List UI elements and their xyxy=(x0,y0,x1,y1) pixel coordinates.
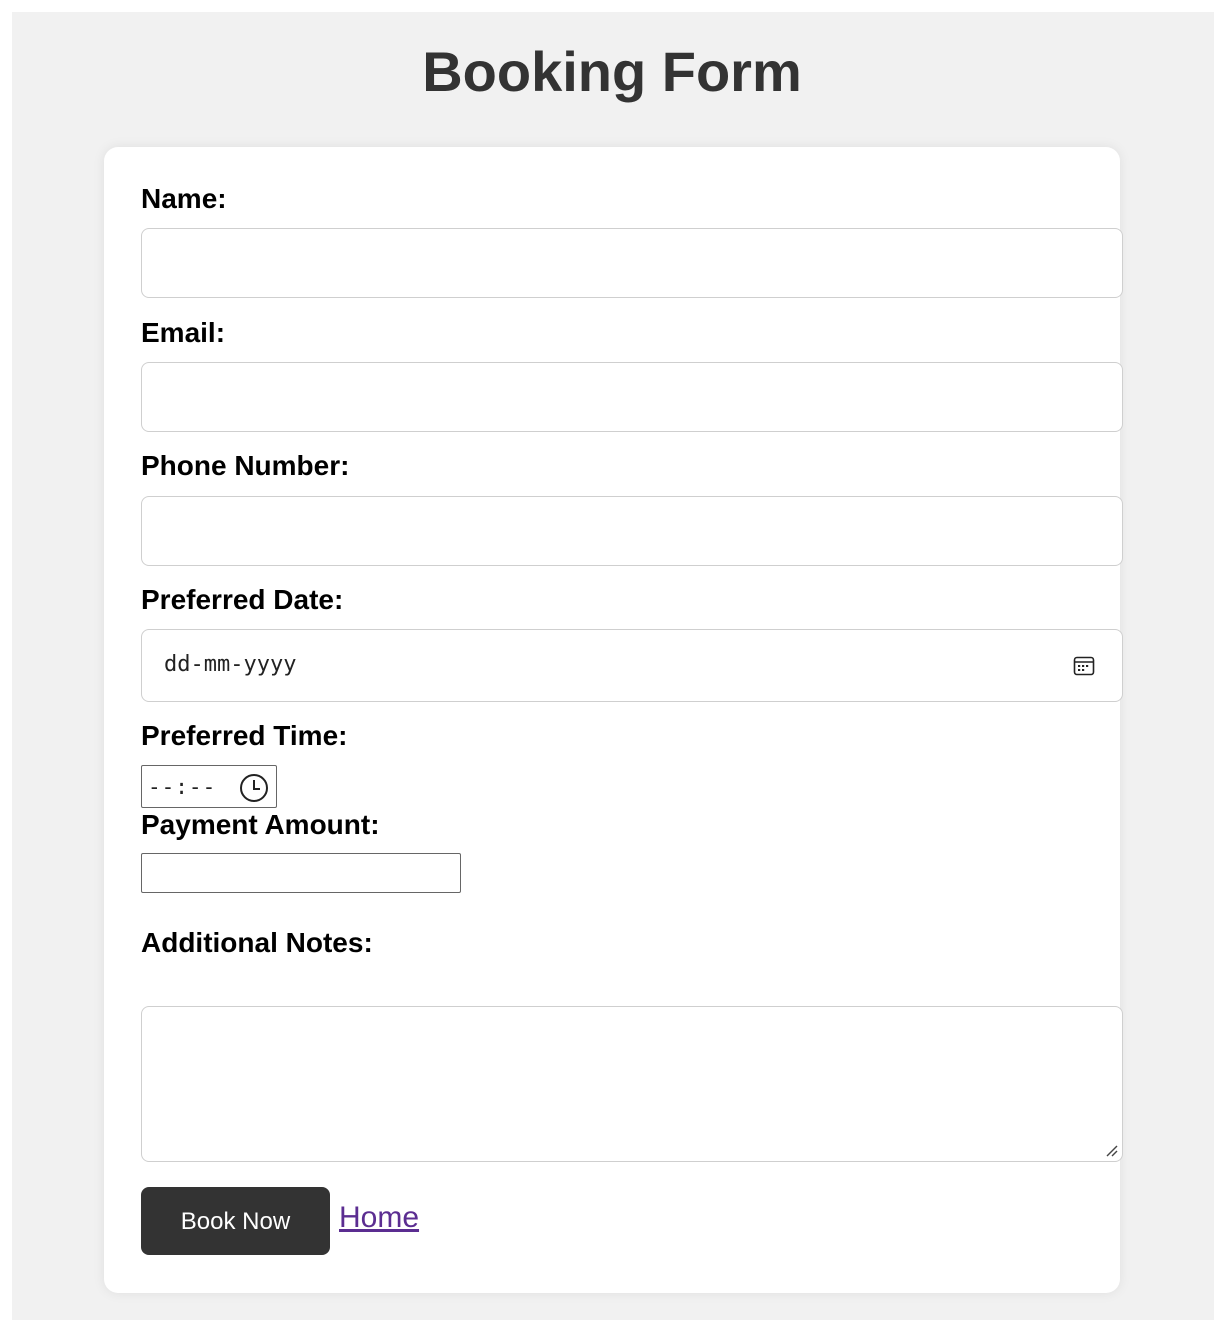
date-placeholder: dd-mm-yyyy xyxy=(164,652,297,677)
time-label: Preferred Time: xyxy=(141,720,348,751)
phone-label: Phone Number: xyxy=(141,450,350,481)
name-field[interactable] xyxy=(141,228,1123,298)
name-label: Name: xyxy=(141,183,227,214)
email-field[interactable] xyxy=(141,362,1123,432)
page-background: Booking Form Name: Email: Phone Number: … xyxy=(12,12,1214,1320)
clock-icon[interactable] xyxy=(238,772,270,804)
notes-field[interactable] xyxy=(141,1006,1123,1162)
book-now-button[interactable]: Book Now xyxy=(141,1187,330,1255)
page-title: Booking Form xyxy=(422,40,802,103)
phone-field[interactable] xyxy=(141,496,1123,566)
time-placeholder: --:-- xyxy=(148,775,217,799)
amount-label: Payment Amount: xyxy=(141,809,380,840)
date-field[interactable]: dd-mm-yyyy xyxy=(141,629,1123,702)
email-label: Email: xyxy=(141,317,226,348)
calendar-icon[interactable] xyxy=(1072,654,1096,678)
resize-grip-icon[interactable] xyxy=(1103,1142,1119,1158)
date-label: Preferred Date: xyxy=(141,584,344,615)
booking-form: Name: Email: Phone Number: Preferred Dat… xyxy=(104,147,1123,1293)
time-field[interactable]: --:-- xyxy=(141,765,277,808)
home-link[interactable]: Home xyxy=(339,1200,419,1236)
amount-field[interactable] xyxy=(141,853,461,893)
notes-label: Additional Notes: xyxy=(141,927,373,958)
